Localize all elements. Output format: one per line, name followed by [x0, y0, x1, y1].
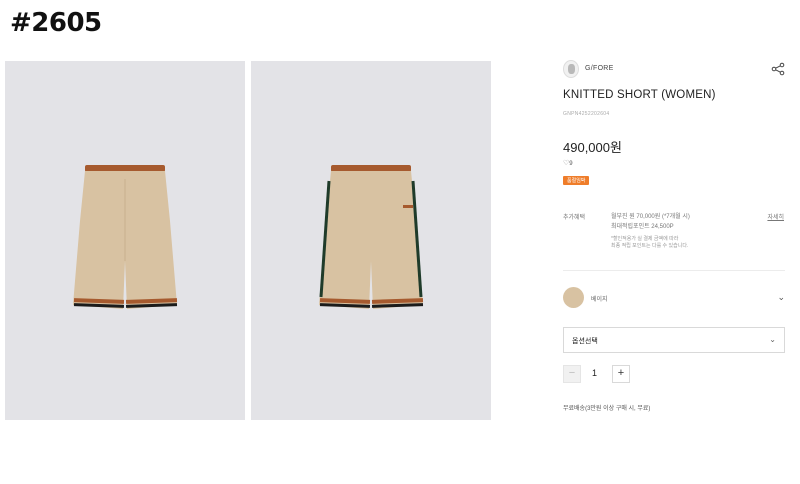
product-price: 490,000원	[563, 140, 622, 155]
benefit-label: 추가혜택	[563, 215, 586, 221]
quantity-plus-button[interactable]: +	[612, 365, 630, 383]
product-code: GNPN4252202604	[563, 111, 610, 117]
chevron-down-icon: ⌄	[769, 335, 776, 344]
quantity-value: 1	[592, 368, 598, 378]
benefit-note: *할인적용가 실 결제 금액에 따라	[611, 236, 679, 242]
likes-value: 9	[569, 161, 573, 167]
brand-name[interactable]: G/FORE	[585, 65, 614, 72]
likes-count[interactable]: ♡9	[563, 159, 573, 167]
status-badge: 품절임박	[563, 176, 590, 185]
color-option-row[interactable]: 베이지 ⌄	[563, 287, 785, 309]
product-photo-back[interactable]	[251, 61, 491, 420]
image-tag-label: #2605	[10, 8, 102, 38]
shorts-front-illustration	[73, 165, 178, 309]
option-select-label: 옵션선택	[572, 338, 598, 345]
color-name: 베이지	[591, 297, 608, 303]
benefit-line: 월부진 원 70,000원 (*7개월 시)	[611, 214, 690, 220]
benefit-note: 최종 적립 포인트는 다를 수 있습니다.	[611, 243, 689, 249]
benefit-line: 최대적립포인트 24,500P	[611, 224, 674, 230]
option-select[interactable]: 옵션선택 ⌄	[563, 327, 785, 353]
product-title: KNITTED SHORT (WOMEN)	[563, 89, 716, 101]
chevron-down-icon[interactable]: ⌄	[777, 292, 785, 303]
share-icon[interactable]	[771, 62, 785, 76]
product-photo-front[interactable]	[5, 61, 245, 420]
divider	[563, 270, 785, 271]
benefit-notes: *할인적용가 실 결제 금액에 따라 최종 적립 포인트는 다를 수 있습니다.	[611, 236, 688, 250]
benefit-lines: 월부진 원 70,000원 (*7개월 시) 최대적립포인트 24,500P	[611, 212, 690, 232]
brand-avatar-icon[interactable]	[563, 60, 579, 78]
color-swatch[interactable]	[563, 287, 584, 308]
shipping-note: 무료배송(3만원 이상 구매 시, 무료)	[563, 406, 651, 412]
details-link[interactable]: 자세히	[767, 212, 784, 221]
shorts-back-illustration	[319, 165, 424, 309]
brand-row: G/FORE	[563, 60, 785, 80]
quantity-minus-button[interactable]: −	[563, 365, 581, 383]
